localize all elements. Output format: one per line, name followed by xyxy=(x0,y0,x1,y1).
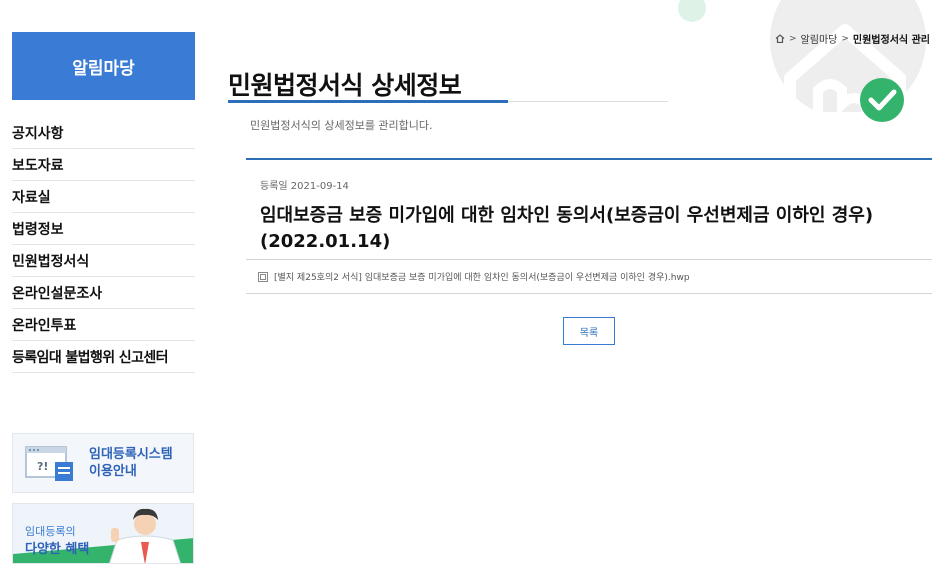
breadcrumb-separator-icon: > xyxy=(789,33,797,44)
date-label: 등록일 xyxy=(260,181,288,192)
breadcrumb-separator-icon: > xyxy=(841,33,849,44)
breadcrumb-item-notice[interactable]: 알림마당 xyxy=(801,31,838,46)
sidebar-item-report-center[interactable]: 등록임대 불법행위 신고센터 xyxy=(12,341,195,373)
home-icon[interactable] xyxy=(775,34,785,43)
button-area: 목록 xyxy=(563,317,615,345)
detail-view: 등록일 2021-09-14 임대보증금 보증 미가입에 대한 임차인 동의서(… xyxy=(246,158,932,294)
sidebar-heading: 알림마당 xyxy=(12,32,195,100)
sidebar-item-vote[interactable]: 온라인투표 xyxy=(12,309,195,341)
sidebar-item-library[interactable]: 자료실 xyxy=(12,181,195,213)
file-icon xyxy=(258,271,268,282)
attachment-row: [별지 제25호의2 서식] 임대보증금 보증 미가입에 대한 임차인 동의서(… xyxy=(246,260,932,294)
check-circle-icon xyxy=(860,78,904,122)
benefit-line2: 다양한 혜택 xyxy=(25,542,90,557)
sidebar-item-forms[interactable]: 민원법정서식 xyxy=(12,245,195,277)
sidebar-item-press[interactable]: 보도자료 xyxy=(12,149,195,181)
benefit-banner[interactable]: 임대등록의 다양한 혜택 xyxy=(12,503,194,564)
attachment-link[interactable]: [별지 제25호의2 서식] 임대보증금 보증 미가입에 대한 임차인 동의서(… xyxy=(274,270,690,283)
document-title: 임대보증금 보증 미가입에 대한 임차인 동의서(보증금이 우선변제금 이하인 … xyxy=(260,205,874,252)
registration-date: 등록일 2021-09-14 xyxy=(260,177,918,192)
browser-window-icon: ?! xyxy=(25,446,73,481)
sidebar-item-survey[interactable]: 온라인설문조사 xyxy=(12,277,195,309)
sidebar: 알림마당 공지사항 보도자료 자료실 법령정보 민원법정서식 온라인설문조사 온… xyxy=(12,32,195,373)
list-button[interactable]: 목록 xyxy=(563,317,615,345)
sidebar-menu: 공지사항 보도자료 자료실 법령정보 민원법정서식 온라인설문조사 온라인투표 … xyxy=(12,117,195,373)
date-value: 2021-09-14 xyxy=(290,181,349,192)
sidebar-item-notice[interactable]: 공지사항 xyxy=(12,117,195,149)
detail-header: 등록일 2021-09-14 임대보증금 보증 미가입에 대한 임차인 동의서(… xyxy=(246,160,932,260)
svg-text:?!: ?! xyxy=(37,460,48,473)
page-description: 민원법정서식의 상세정보를 관리합니다. xyxy=(250,119,433,132)
sidebar-heading-label: 알림마당 xyxy=(72,58,135,79)
breadcrumb-item-current: 민원법정서식 관리 xyxy=(852,35,930,46)
title-underline xyxy=(228,100,508,103)
benefit-line1: 임대등록의 xyxy=(25,525,76,538)
system-guide-banner[interactable]: ?! 임대등록시스템 이용안내 xyxy=(12,433,194,493)
sidebar-item-law[interactable]: 법령정보 xyxy=(12,213,195,245)
system-guide-line1: 임대등록시스템 xyxy=(89,447,173,462)
system-guide-line2: 이용안내 xyxy=(89,464,137,479)
system-guide-text: 임대등록시스템 이용안내 xyxy=(89,446,173,480)
breadcrumb: > 알림마당 > 민원법정서식 관리 xyxy=(775,31,930,46)
page-title: 민원법정서식 상세정보 xyxy=(228,71,462,100)
